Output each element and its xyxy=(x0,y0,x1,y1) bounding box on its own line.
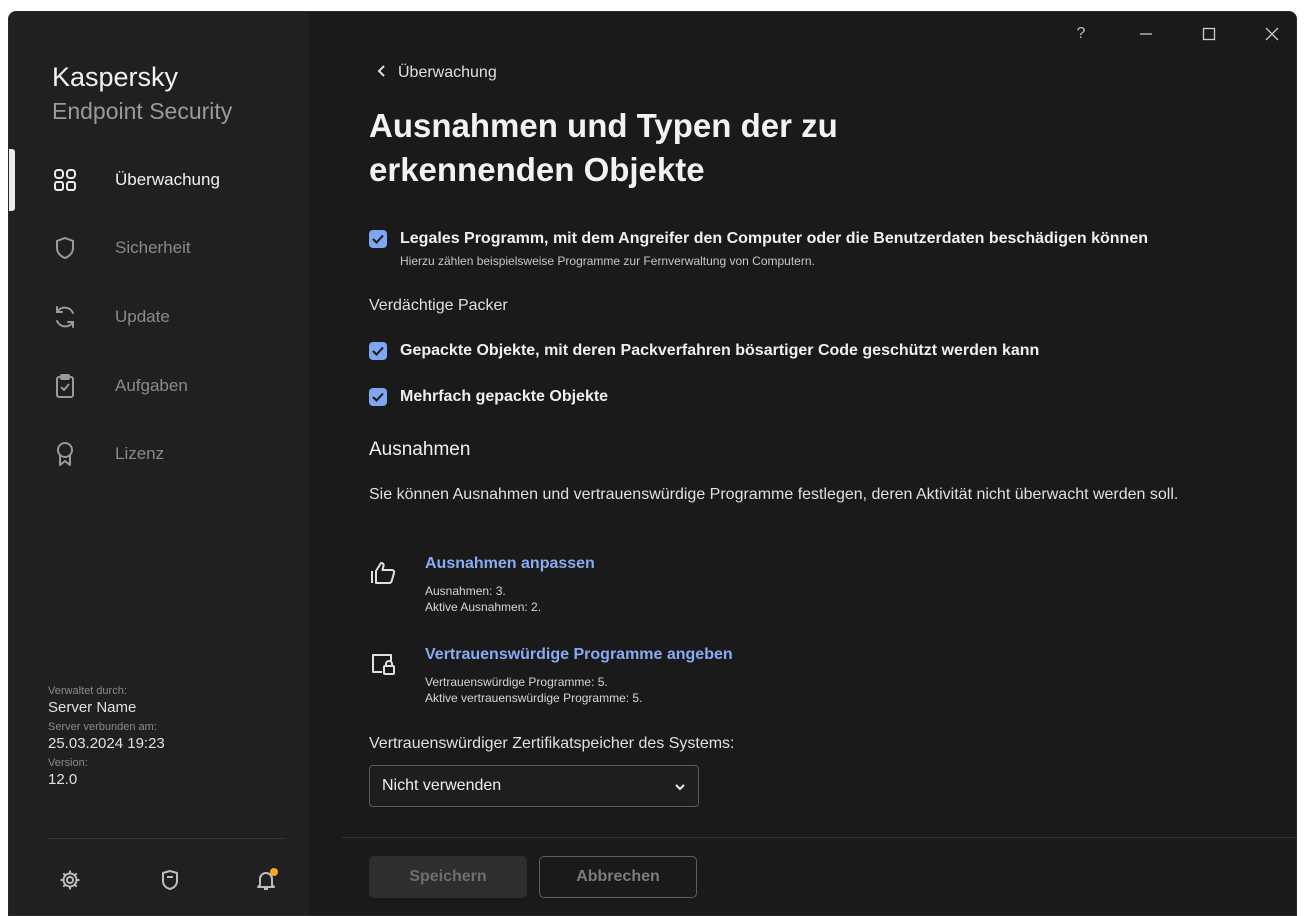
thumbs-up-icon xyxy=(369,559,397,587)
option-multi-packed: Mehrfach gepackte Objekte xyxy=(369,386,608,408)
legal-program-hint: Hierzu zählen beispielsweise Programme z… xyxy=(400,254,815,268)
cancel-button[interactable]: Abbrechen xyxy=(539,856,697,898)
maximize-icon xyxy=(1202,27,1216,41)
trusted-programs-link[interactable]: Vertrauenswürdige Programme angeben xyxy=(425,646,733,664)
exclusions-heading: Ausnahmen xyxy=(369,439,471,460)
packed-objects-checkbox[interactable] xyxy=(369,342,387,360)
trusted-programs-count: Vertrauenswürdige Programme: 5. xyxy=(425,675,608,689)
multi-packed-label: Mehrfach gepackte Objekte xyxy=(400,388,609,405)
close-icon xyxy=(1265,27,1279,41)
checkmark-icon xyxy=(372,234,384,244)
support-icon[interactable] xyxy=(157,867,183,893)
back-link[interactable]: Überwachung xyxy=(377,64,497,82)
notification-dot xyxy=(270,868,278,876)
option-packed-objects: Gepackte Objekte, mit deren Packverfahre… xyxy=(369,340,1039,362)
option-legal-program: Legales Programm, mit dem Angreifer den … xyxy=(369,228,1148,268)
back-label: Überwachung xyxy=(398,64,497,81)
server-info: Verwaltet durch: Server Name Server verb… xyxy=(48,684,288,792)
multi-packed-checkbox[interactable] xyxy=(369,388,387,406)
maximize-button[interactable] xyxy=(1194,22,1224,46)
sidebar-divider xyxy=(48,838,286,839)
license-icon xyxy=(51,440,79,468)
app-window: Kaspersky Endpoint Security Überwachung … xyxy=(8,11,1297,916)
cert-store-select[interactable]: Nicht verwenden xyxy=(369,765,699,807)
sidebar-item-label: Lizenz xyxy=(115,444,165,463)
minimize-icon xyxy=(1140,33,1152,35)
minimize-button[interactable] xyxy=(1131,22,1161,46)
configure-exclusions-link[interactable]: Ausnahmen anpassen xyxy=(425,555,595,573)
connected-value: 25.03.2024 19:23 xyxy=(48,735,165,752)
sidebar-item-label: Sicherheit xyxy=(115,238,191,257)
sidebar-item-label: Update xyxy=(115,307,170,326)
legal-program-label: Legales Programm, mit dem Angreifer den … xyxy=(400,230,1148,247)
footer-divider xyxy=(342,837,1296,838)
suspicious-packers-heading: Verdächtige Packer xyxy=(369,297,508,314)
clipboard-icon xyxy=(51,372,79,400)
sidebar: Kaspersky Endpoint Security Überwachung … xyxy=(9,12,309,915)
active-exclusions-count: Aktive Ausnahmen: 2. xyxy=(425,600,542,614)
checkmark-icon xyxy=(372,346,384,356)
bell-icon[interactable] xyxy=(253,867,279,893)
version-value: 12.0 xyxy=(48,771,78,788)
brand-title: Kaspersky xyxy=(52,62,179,92)
sidebar-item-sicherheit[interactable]: Sicherheit xyxy=(9,223,309,273)
packed-objects-label: Gepackte Objekte, mit deren Packverfahre… xyxy=(400,342,1040,359)
main-panel: ? Überwachung Ausnahmen und Typen der zu… xyxy=(309,12,1296,915)
refresh-icon xyxy=(51,303,79,331)
active-trusted-programs-count: Aktive vertrauenswürdige Programme: 5. xyxy=(425,691,643,705)
close-button[interactable] xyxy=(1257,22,1287,46)
exclusions-description: Sie können Ausnahmen und vertrauenswürdi… xyxy=(369,486,1179,503)
gear-icon[interactable] xyxy=(57,867,83,893)
legal-program-checkbox[interactable] xyxy=(369,230,387,248)
chevron-down-icon xyxy=(674,779,686,797)
checkmark-icon xyxy=(372,392,384,402)
sidebar-item-label: Aufgaben xyxy=(115,376,188,395)
lock-window-icon xyxy=(369,650,397,678)
help-button[interactable]: ? xyxy=(1066,22,1096,46)
sidebar-item-ueberwachung[interactable]: Überwachung xyxy=(9,155,309,205)
managed-by-value: Server Name xyxy=(48,699,137,716)
cert-store-value: Nicht verwenden xyxy=(382,777,502,794)
managed-by-label: Verwaltet durch: xyxy=(48,685,127,697)
sidebar-item-update[interactable]: Update xyxy=(9,292,309,342)
version-label: Version: xyxy=(48,757,88,769)
chevron-left-icon xyxy=(377,64,386,82)
sidebar-item-aufgaben[interactable]: Aufgaben xyxy=(9,361,309,411)
save-button[interactable]: Speichern xyxy=(369,856,527,898)
grid-icon xyxy=(51,166,79,194)
connected-label: Server verbunden am: xyxy=(48,721,157,733)
sidebar-item-lizenz[interactable]: Lizenz xyxy=(9,429,309,479)
exclusions-count: Ausnahmen: 3. xyxy=(425,584,506,598)
brand-subtitle: Endpoint Security xyxy=(52,98,233,124)
cert-store-label: Vertrauenswürdiger Zertifikatspeicher de… xyxy=(369,735,735,752)
sidebar-item-label: Überwachung xyxy=(115,170,220,189)
shield-icon xyxy=(51,234,79,262)
page-title: Ausnahmen und Typen der zu erkennenden O… xyxy=(369,107,838,188)
